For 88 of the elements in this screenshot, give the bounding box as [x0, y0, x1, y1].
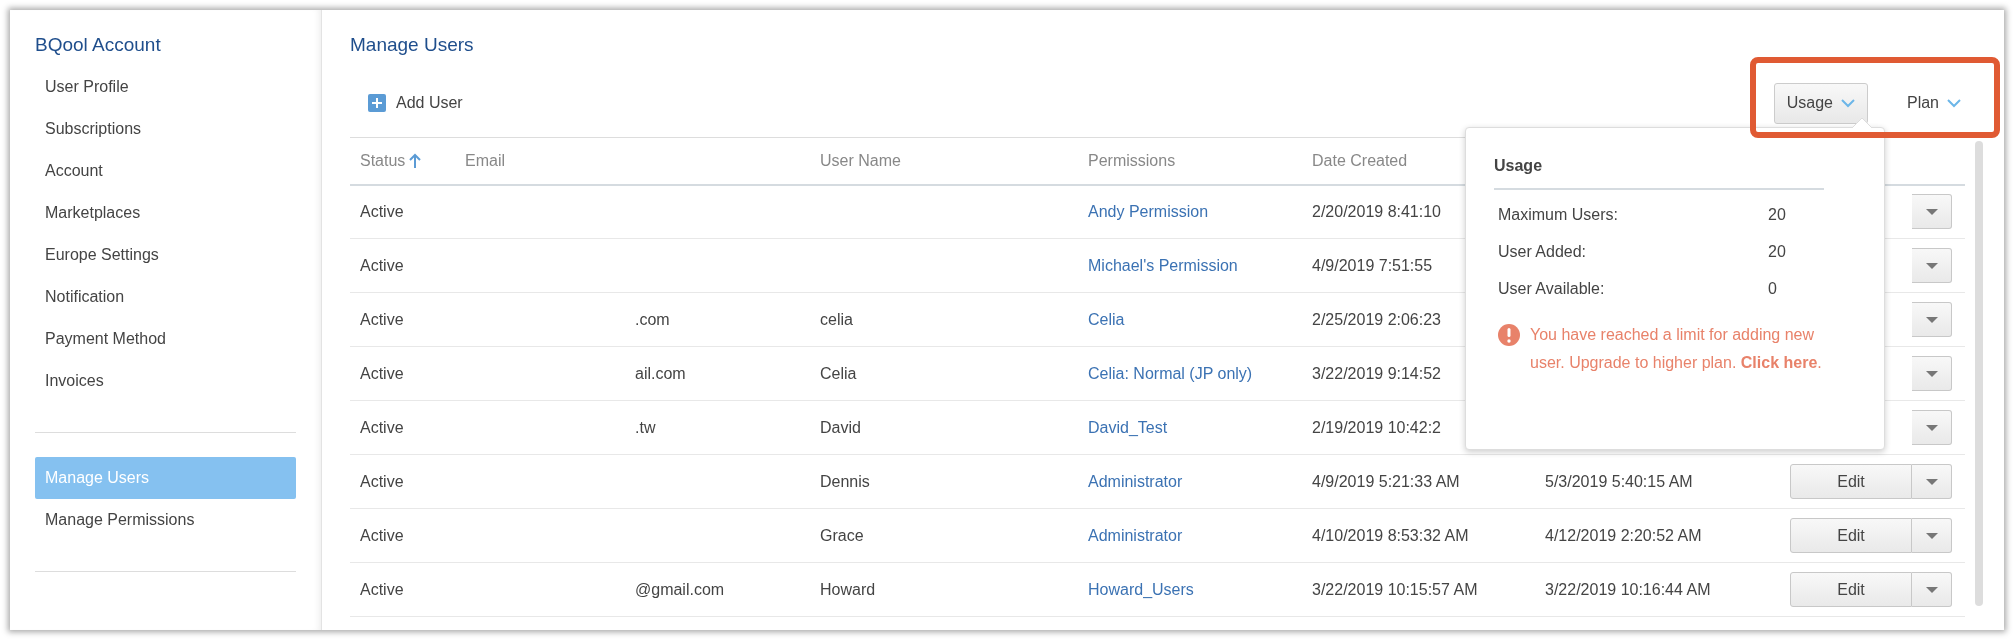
status-text: Active [360, 256, 404, 274]
status-text: Active [360, 580, 404, 598]
stat-value: 0 [1768, 279, 1777, 299]
permission-link[interactable]: Celia: Normal (JP only) [1088, 364, 1253, 382]
date-text: 2/25/2019 2:06:23 [1312, 310, 1441, 328]
dropdown-toggle[interactable]: Plan [1893, 82, 1974, 124]
permission-link[interactable]: Andy Permission [1088, 202, 1209, 220]
sidebar-item[interactable]: Account [35, 150, 296, 192]
column-header[interactable]: Email [465, 148, 505, 173]
caret-icon [1925, 208, 1938, 215]
scrollbar[interactable] [1975, 141, 1983, 606]
sidebar-item[interactable]: Europe Settings [35, 234, 296, 276]
user-name-text: Dennis [820, 472, 870, 490]
email-text: .tw [634, 418, 656, 436]
page-title: Manage Users [350, 33, 475, 57]
permission-link[interactable]: Administrator [1088, 526, 1183, 544]
status-text: Active [360, 472, 404, 490]
add-user-button[interactable]: Add User [350, 91, 463, 115]
sidebar-item[interactable]: Invoices [35, 360, 296, 402]
chevron-down-icon [1947, 98, 1961, 108]
dropdown-toggle[interactable]: Usage [1773, 82, 1868, 124]
caret-icon [1925, 424, 1938, 431]
permission-link[interactable]: David_Test [1088, 418, 1168, 436]
dropdown-caret-button[interactable] [1912, 464, 1952, 499]
date-text: 2/19/2019 10:42:2 [1312, 418, 1441, 436]
sidebar-item[interactable]: Payment Method [35, 318, 296, 360]
permission-link[interactable]: Michael's Permission [1088, 256, 1238, 274]
status-text: Active [360, 526, 404, 544]
dropdown-caret-button[interactable] [1912, 572, 1952, 607]
sidebar-item[interactable]: Subscriptions [35, 108, 296, 150]
date-text: 2/20/2019 8:41:10 [1312, 202, 1441, 220]
caret-icon [1925, 532, 1938, 539]
dropdown-caret-button[interactable] [1912, 248, 1952, 283]
stat-label: User Available: [1498, 279, 1606, 299]
plus-icon [368, 94, 386, 112]
sidebar-item[interactable]: Manage Permissions [35, 499, 296, 541]
column-header[interactable]: Status [360, 148, 422, 173]
edit-button[interactable]: Edit [1790, 464, 1912, 499]
dropdown-caret-button[interactable] [1912, 518, 1952, 553]
caret-icon [1925, 478, 1938, 485]
status-text: Active [360, 364, 404, 382]
date-text: 5/3/2019 5:40:15 AM [1545, 472, 1693, 490]
warning-message: You have reached a limit for adding new user. Upgrade to higher plan. Click here. [1530, 325, 1823, 373]
caret-icon [1925, 586, 1938, 593]
date-text: 4/10/2019 8:53:32 AM [1312, 526, 1469, 544]
caret-icon [1925, 370, 1938, 377]
date-text: 4/12/2019 2:20:52 AM [1545, 526, 1702, 544]
column-header[interactable]: Permissions [1088, 148, 1176, 173]
stat-label: Maximum Users: [1498, 205, 1619, 225]
sidebar-item[interactable]: Marketplaces [35, 192, 296, 234]
sidebar-title: BQool Account [35, 33, 162, 57]
permission-link[interactable]: Celia [1088, 310, 1125, 328]
sidebar-item[interactable]: Notification [35, 276, 296, 318]
edit-button[interactable]: Edit [1790, 572, 1912, 607]
date-text: 3/22/2019 9:14:52 [1312, 364, 1441, 382]
stat-label: User Added: [1498, 242, 1588, 262]
status-text: Active [360, 418, 404, 436]
stat-value: 20 [1768, 205, 1786, 225]
email-text: @gmail.com [634, 580, 725, 598]
dropdown-caret-button[interactable] [1912, 302, 1952, 337]
dropdown-caret-button[interactable] [1912, 356, 1952, 391]
dropdown-caret-button[interactable] [1912, 410, 1952, 445]
column-header[interactable]: Date Created [1312, 148, 1408, 173]
chevron-down-icon [1840, 98, 1855, 108]
date-text: 4/9/2019 5:21:33 AM [1312, 472, 1460, 490]
user-name-text: Celia [820, 364, 857, 382]
date-text: 3/22/2019 10:15:57 AM [1312, 580, 1478, 598]
user-name-text: Howard [820, 580, 876, 598]
sidebar-item[interactable]: User Profile [35, 66, 296, 108]
caret-icon [1925, 262, 1938, 269]
date-text: 3/22/2019 10:16:44 AM [1545, 580, 1711, 598]
status-text: Active [360, 202, 404, 220]
email-text: .com [634, 310, 670, 328]
alert-icon [1498, 324, 1520, 346]
permission-link[interactable]: Howard_Users [1088, 580, 1194, 598]
permission-link[interactable]: Administrator [1088, 472, 1183, 490]
column-header[interactable]: User Name [820, 148, 901, 173]
dropdown-caret-button[interactable] [1912, 194, 1952, 230]
date-text: 4/9/2019 7:51:55 [1312, 256, 1433, 274]
user-name-text: Grace [820, 526, 864, 544]
stat-value: 20 [1768, 242, 1786, 262]
user-name-text: David [820, 418, 861, 436]
edit-button[interactable]: Edit [1790, 518, 1912, 553]
caret-icon [1925, 316, 1938, 323]
popover-title: Usage [1494, 154, 1824, 190]
status-text: Active [360, 310, 404, 328]
user-name-text: celia [820, 310, 853, 328]
email-text: ail.com [634, 364, 686, 382]
